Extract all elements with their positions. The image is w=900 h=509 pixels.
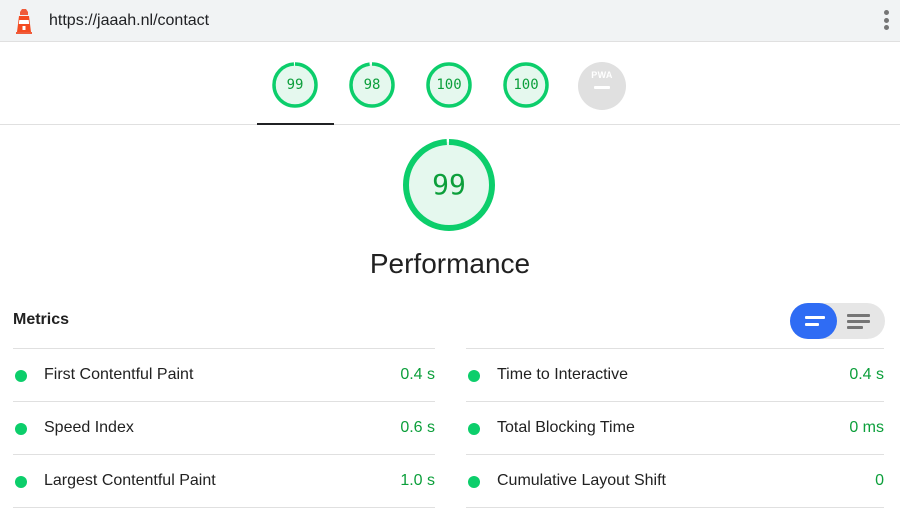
- metric-time-to-interactive: Time to Interactive 0.4 s: [466, 348, 884, 401]
- pass-dot-icon: [15, 423, 27, 435]
- pwa-dash: [594, 86, 610, 89]
- gauge-score: 98: [363, 77, 381, 93]
- metric-value: 1.0 s: [400, 472, 435, 489]
- pwa-badge-icon[interactable]: PWA: [578, 62, 626, 110]
- gauge-score: 99: [286, 77, 304, 93]
- gauge-best-practices[interactable]: 100: [425, 61, 473, 109]
- metrics-heading: Metrics: [13, 311, 70, 328]
- metric-value: 0: [875, 472, 884, 489]
- pass-dot-icon: [468, 423, 480, 435]
- compact-view-icon[interactable]: [790, 303, 837, 339]
- metric-value: 0.4 s: [849, 366, 884, 383]
- metric-cumulative-layout-shift: Cumulative Layout Shift 0: [466, 454, 884, 507]
- page-url: https://jaaah.nl/contact: [49, 12, 210, 29]
- divider: [13, 507, 435, 508]
- performance-gauge: 99: [401, 137, 497, 233]
- kebab-menu-icon[interactable]: [880, 10, 892, 34]
- category-gauges: 99 98 100 100 PWA: [0, 42, 900, 125]
- metric-largest-contentful-paint: Largest Contentful Paint 1.0 s: [13, 454, 435, 507]
- metric-total-blocking-time: Total Blocking Time 0 ms: [466, 401, 884, 454]
- expanded-view-icon[interactable]: [837, 303, 885, 339]
- category-title: Performance: [369, 248, 531, 279]
- metric-name: Largest Contentful Paint: [44, 472, 216, 489]
- metric-value: 0 ms: [849, 419, 884, 436]
- divider: [466, 507, 884, 508]
- pwa-label: PWA: [591, 70, 613, 80]
- performance-score: 99: [432, 168, 466, 201]
- metric-first-contentful-paint: First Contentful Paint 0.4 s: [13, 348, 435, 401]
- pass-dot-icon: [15, 476, 27, 488]
- metric-speed-index: Speed Index 0.6 s: [13, 401, 435, 454]
- lighthouse-icon[interactable]: [13, 8, 35, 34]
- pass-dot-icon: [468, 476, 480, 488]
- metrics-view-toggle[interactable]: [790, 303, 885, 339]
- gauge-score: 100: [513, 77, 539, 93]
- metric-name: First Contentful Paint: [44, 366, 194, 383]
- pass-dot-icon: [15, 370, 27, 382]
- metric-value: 0.6 s: [400, 419, 435, 436]
- active-tab-indicator: [257, 123, 334, 125]
- gauge-accessibility[interactable]: 98: [348, 61, 396, 109]
- address-bar: https://jaaah.nl/contact: [0, 0, 900, 42]
- metric-name: Cumulative Layout Shift: [497, 472, 666, 489]
- metric-value: 0.4 s: [400, 366, 435, 383]
- gauge-seo[interactable]: 100: [502, 61, 550, 109]
- gauge-performance[interactable]: 99: [271, 61, 319, 109]
- metric-name: Time to Interactive: [497, 366, 629, 383]
- gauge-score: 100: [436, 77, 462, 93]
- metric-name: Total Blocking Time: [497, 419, 635, 436]
- metric-name: Speed Index: [44, 419, 134, 436]
- pass-dot-icon: [468, 370, 480, 382]
